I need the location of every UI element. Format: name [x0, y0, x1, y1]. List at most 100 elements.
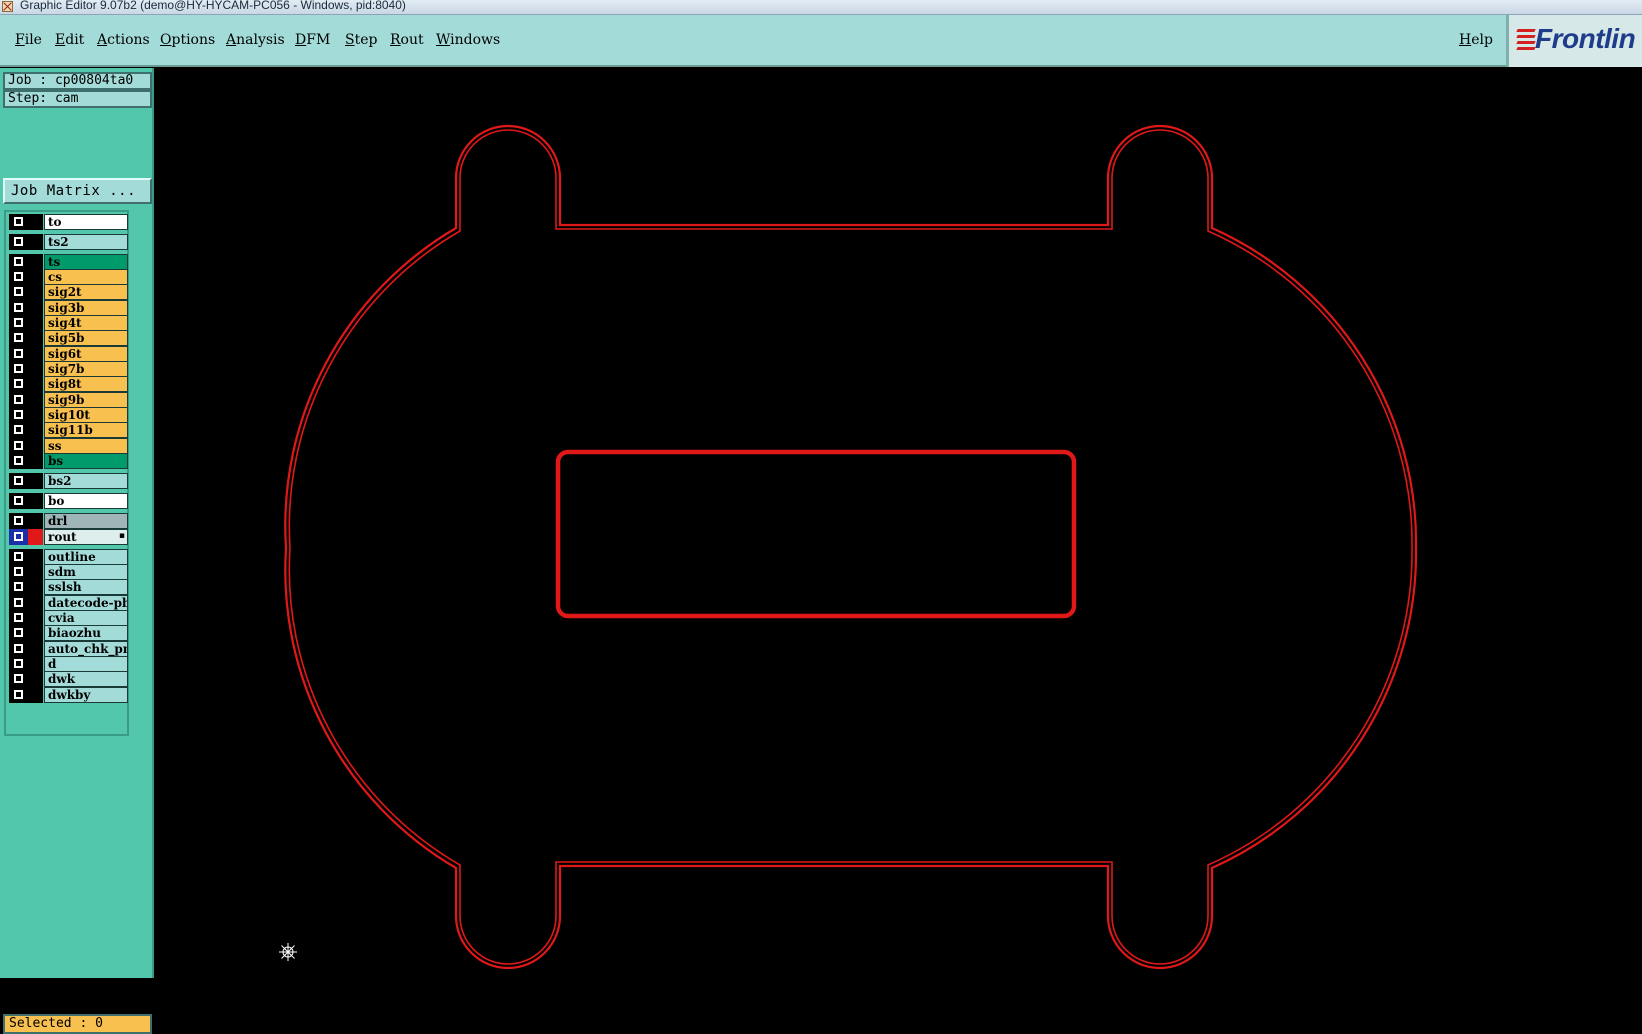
layer-row[interactable]: sslsh	[9, 579, 128, 595]
layer-checkbox[interactable]	[9, 438, 28, 454]
layer-name[interactable]: sdm	[44, 564, 128, 580]
layer-row[interactable]: sig11b	[9, 422, 128, 438]
layer-row[interactable]: bo	[9, 493, 128, 509]
layer-name[interactable]: sig10t	[44, 407, 128, 423]
layer-row[interactable]: outline	[9, 549, 128, 565]
layer-color-swatch[interactable]	[28, 269, 43, 285]
menu-analysis[interactable]: Analysis	[226, 32, 285, 48]
layer-color-swatch[interactable]	[28, 453, 43, 469]
layer-name[interactable]: cs	[44, 269, 128, 285]
layer-checkbox[interactable]	[9, 687, 28, 703]
layer-color-swatch[interactable]	[28, 254, 43, 270]
layer-checkbox[interactable]	[9, 513, 28, 529]
layer-checkbox[interactable]	[9, 473, 28, 489]
layer-checkbox[interactable]	[9, 656, 28, 672]
layer-color-swatch[interactable]	[28, 300, 43, 316]
layer-color-swatch[interactable]	[28, 549, 43, 565]
layer-checkbox[interactable]	[9, 376, 28, 392]
layer-checkbox[interactable]	[9, 214, 28, 230]
layer-row[interactable]: sig4t	[9, 315, 128, 331]
layer-color-swatch[interactable]	[28, 671, 43, 687]
layer-color-swatch[interactable]	[28, 564, 43, 580]
layer-checkbox[interactable]	[9, 453, 28, 469]
menu-dfm[interactable]: DFM	[295, 32, 330, 48]
layer-name[interactable]: auto_chk_pnl	[44, 641, 128, 657]
layer-row[interactable]: sig2t	[9, 284, 128, 300]
layer-color-swatch[interactable]	[28, 392, 43, 408]
layer-name[interactable]: sig11b	[44, 422, 128, 438]
inner-cutout-contour[interactable]	[555, 449, 1077, 619]
layer-row[interactable]: biaozhu	[9, 625, 128, 641]
layer-checkbox[interactable]	[9, 346, 28, 362]
layer-name[interactable]: sig6t	[44, 346, 128, 362]
layer-name[interactable]: sslsh	[44, 579, 128, 595]
layer-checkbox[interactable]	[9, 671, 28, 687]
layer-color-swatch[interactable]	[28, 214, 43, 230]
layer-name[interactable]: cvia	[44, 610, 128, 626]
layer-checkbox[interactable]	[9, 549, 28, 565]
layer-name[interactable]: to	[44, 214, 128, 230]
menu-edit[interactable]: Edit	[55, 32, 84, 48]
layer-checkbox[interactable]	[9, 234, 28, 250]
menu-file[interactable]: File	[15, 32, 42, 48]
layer-color-swatch[interactable]	[28, 346, 43, 362]
layer-color-swatch[interactable]	[28, 438, 43, 454]
layer-name[interactable]: rout	[44, 529, 128, 545]
layer-row[interactable]: sig10t	[9, 407, 128, 423]
layer-row[interactable]: sig8t	[9, 376, 128, 392]
layer-color-swatch[interactable]	[28, 610, 43, 626]
layer-checkbox[interactable]	[9, 493, 28, 509]
layer-name[interactable]: ts	[44, 254, 128, 270]
graphic-canvas[interactable]	[154, 68, 1642, 978]
layer-name[interactable]: sig3b	[44, 300, 128, 316]
layer-name[interactable]: bo	[44, 493, 128, 509]
layer-checkbox[interactable]	[9, 579, 28, 595]
layer-row[interactable]: sig6t	[9, 346, 128, 362]
layer-row[interactable]: ss	[9, 438, 128, 454]
layer-color-swatch[interactable]	[28, 361, 43, 377]
layer-name[interactable]: dwkby	[44, 687, 128, 703]
layer-checkbox[interactable]	[9, 269, 28, 285]
layer-row[interactable]: datecode-pbe	[9, 595, 128, 611]
layer-row[interactable]: d	[9, 656, 128, 672]
layer-color-swatch[interactable]	[28, 529, 43, 545]
layer-color-swatch[interactable]	[28, 656, 43, 672]
layer-color-swatch[interactable]	[28, 315, 43, 331]
layer-name[interactable]: biaozhu	[44, 625, 128, 641]
layer-checkbox[interactable]	[9, 422, 28, 438]
layer-name[interactable]: sig7b	[44, 361, 128, 377]
layer-name[interactable]: sig5b	[44, 330, 128, 346]
layer-color-swatch[interactable]	[28, 234, 43, 250]
layer-checkbox[interactable]	[9, 392, 28, 408]
layer-row[interactable]: dwk	[9, 671, 128, 687]
layer-row[interactable]: drl	[9, 513, 128, 529]
layer-name[interactable]: sig2t	[44, 284, 128, 300]
layer-row[interactable]: cvia	[9, 610, 128, 626]
layer-name[interactable]: bs	[44, 453, 128, 469]
layer-checkbox[interactable]	[9, 254, 28, 270]
layer-checkbox[interactable]	[9, 284, 28, 300]
layer-color-swatch[interactable]	[28, 422, 43, 438]
layer-name[interactable]: outline	[44, 549, 128, 565]
layer-name[interactable]: dwk	[44, 671, 128, 687]
layer-color-swatch[interactable]	[28, 595, 43, 611]
layer-row[interactable]: auto_chk_pnl	[9, 641, 128, 657]
layer-checkbox[interactable]	[9, 315, 28, 331]
layer-checkbox[interactable]	[9, 330, 28, 346]
job-matrix-button[interactable]: Job Matrix ...	[3, 178, 152, 204]
layer-name[interactable]: drl	[44, 513, 128, 529]
outer-board-contour[interactable]	[284, 124, 1418, 970]
menu-actions[interactable]: Actions	[97, 32, 150, 48]
menu-options[interactable]: Options	[160, 32, 215, 48]
menu-windows[interactable]: Windows	[436, 32, 500, 48]
layer-row[interactable]: rout	[9, 529, 128, 545]
layer-name[interactable]: sig8t	[44, 376, 128, 392]
layer-checkbox[interactable]	[9, 361, 28, 377]
layer-row[interactable]: sdm	[9, 564, 128, 580]
layer-color-swatch[interactable]	[28, 579, 43, 595]
layer-row[interactable]: sig7b	[9, 361, 128, 377]
layer-name[interactable]: ts2	[44, 234, 128, 250]
layer-name[interactable]: bs2	[44, 473, 128, 489]
layer-row[interactable]: ts	[9, 254, 128, 270]
layer-checkbox[interactable]	[9, 529, 28, 545]
